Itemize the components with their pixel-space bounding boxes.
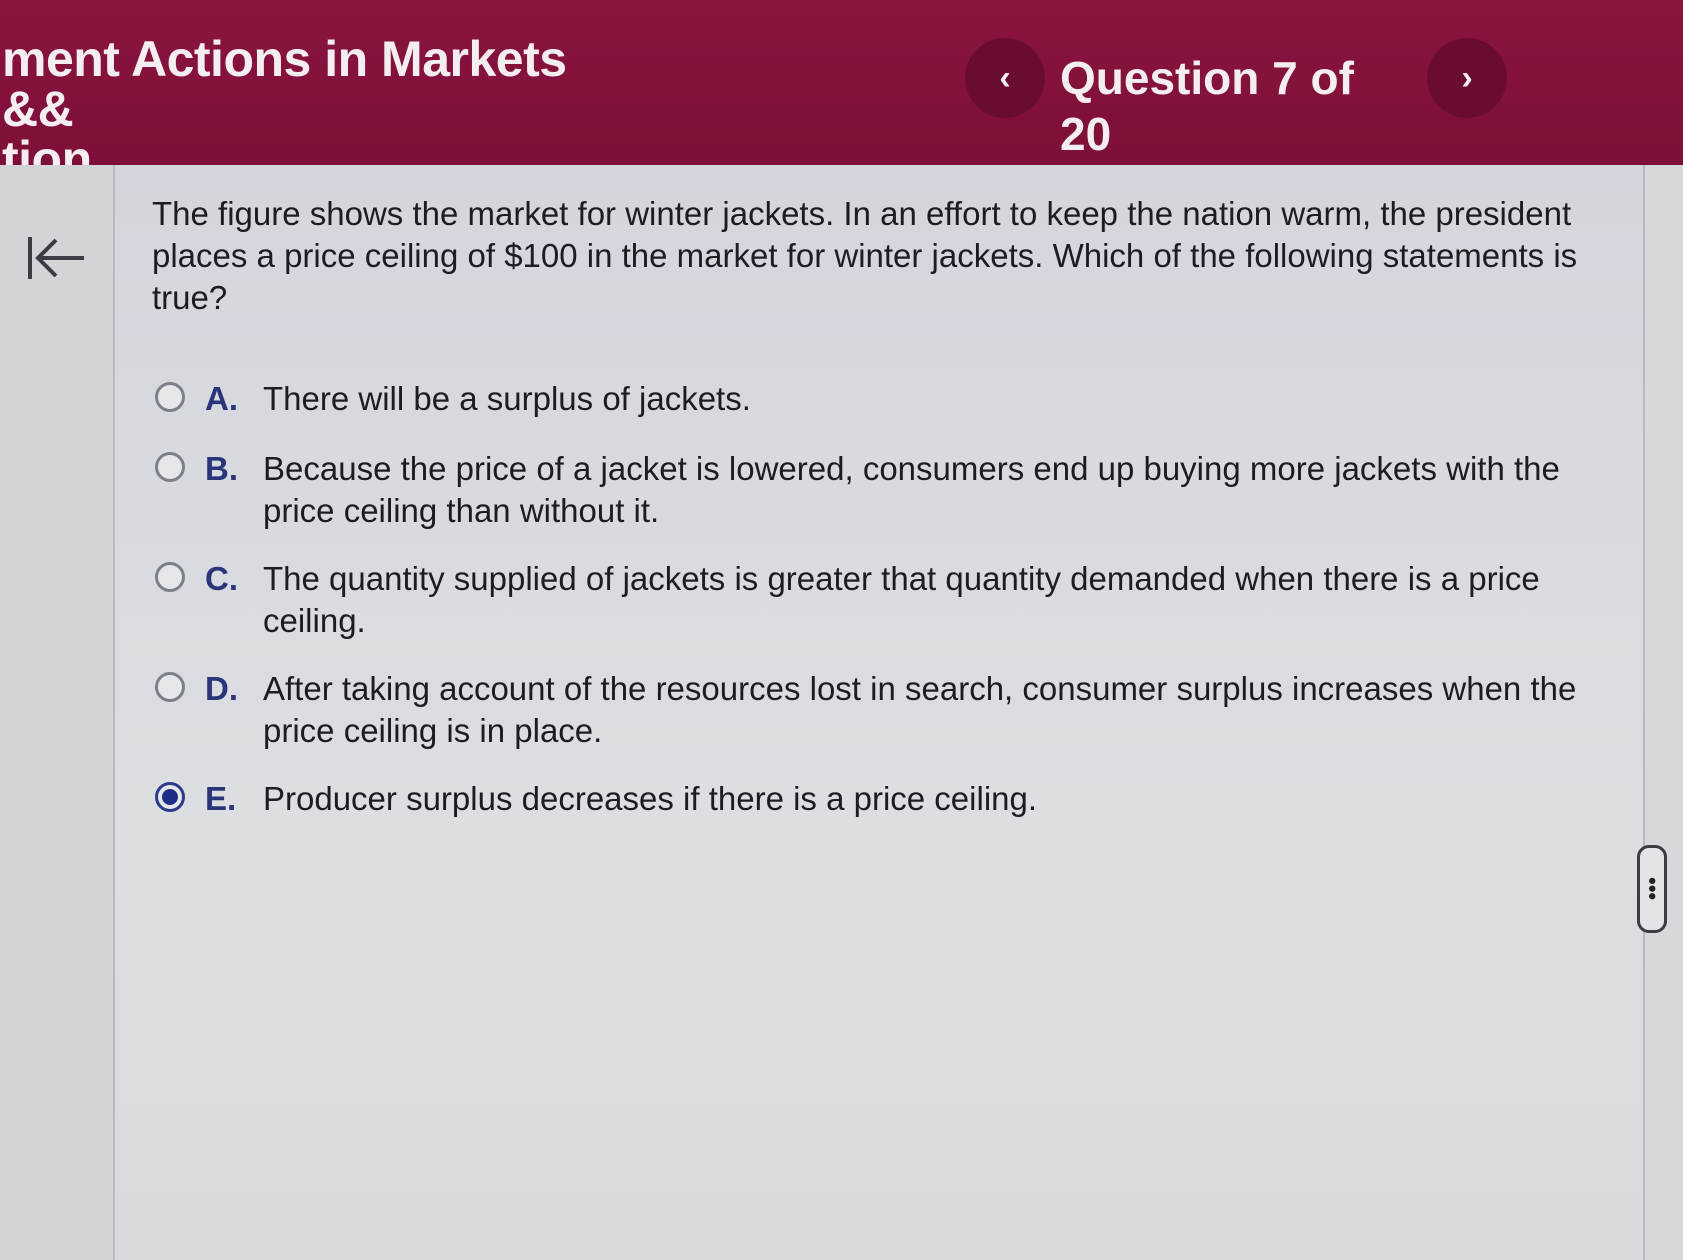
option-text: Because the price of a jacket is lowered… — [263, 450, 1560, 529]
option-text: There will be a surplus of jackets. — [263, 380, 751, 417]
question-panel: The figure shows the market for winter j… — [0, 165, 1683, 1260]
assignment-title: ment Actions in Markets && tion — [2, 31, 567, 187]
option-text: The quantity supplied of jackets is grea… — [263, 560, 1540, 639]
option-text: Producer surplus decreases if there is a… — [263, 780, 1038, 817]
radio-c[interactable] — [155, 562, 185, 592]
chevron-left-icon: ‹ — [999, 58, 1011, 97]
next-question-button[interactable]: › — [1427, 38, 1507, 118]
option-letter: E. — [205, 780, 237, 817]
radio-d[interactable] — [155, 672, 185, 702]
left-rail — [0, 165, 115, 1260]
vertical-dots-icon: ••• — [1640, 877, 1665, 901]
header-bar: ment Actions in Markets && tion ‹ Questi… — [0, 0, 1683, 184]
resize-handle[interactable]: ••• — [1637, 845, 1667, 933]
collapse-left-icon[interactable] — [24, 233, 88, 283]
option-letter: D. — [205, 670, 238, 707]
option-letter: C. — [205, 560, 238, 597]
radio-a[interactable] — [155, 382, 185, 412]
question-counter: Question 7 of 20 — [1060, 52, 1354, 160]
option-letter: B. — [205, 450, 238, 487]
radio-b[interactable] — [155, 452, 185, 482]
chevron-right-icon: › — [1461, 58, 1473, 97]
question-text: The figure shows the market for winter j… — [152, 195, 1578, 316]
right-rail — [1643, 165, 1683, 1260]
option-letter: A. — [205, 380, 238, 417]
option-text: After taking account of the resources lo… — [263, 670, 1577, 749]
radio-e-selected[interactable] — [155, 782, 185, 812]
previous-question-button[interactable]: ‹ — [965, 38, 1045, 118]
